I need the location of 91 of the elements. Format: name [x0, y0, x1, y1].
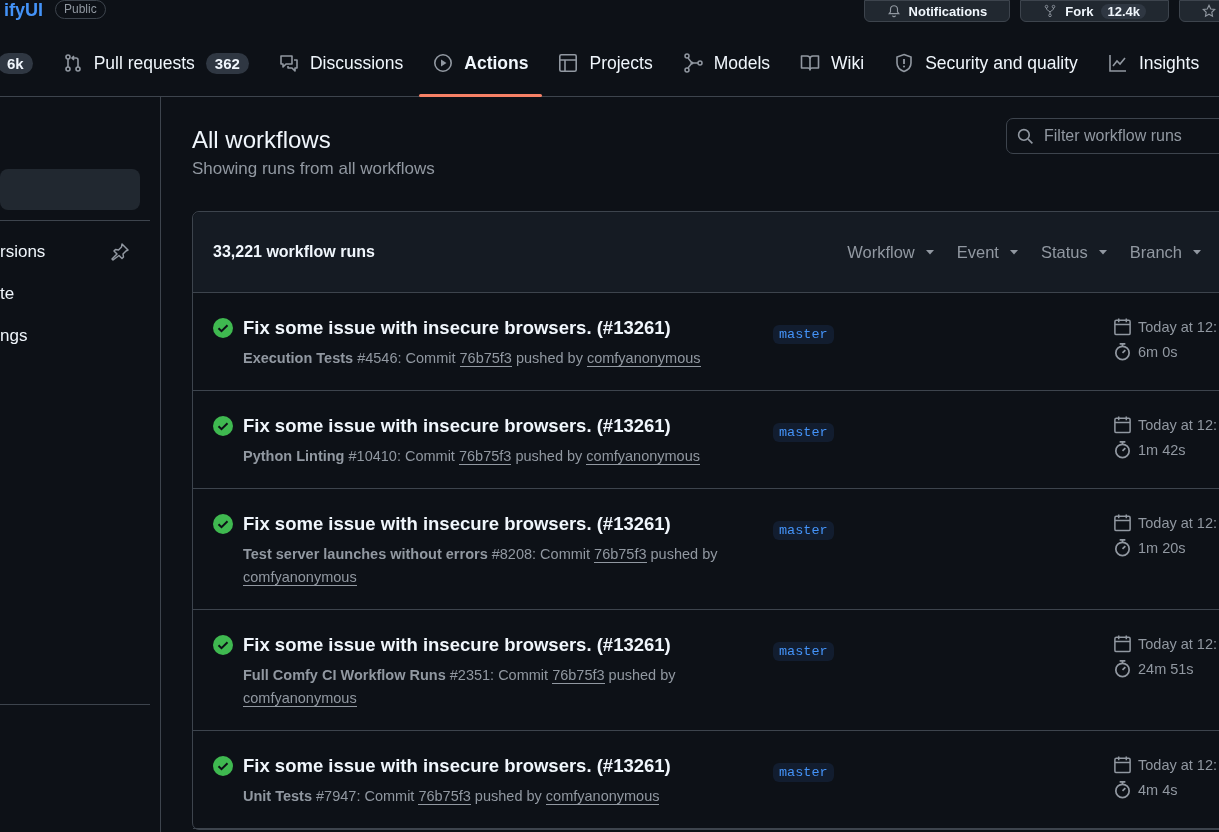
sidebar-item[interactable]: rsions	[0, 231, 140, 272]
branch-label[interactable]: master	[773, 325, 834, 344]
search-icon	[1017, 127, 1034, 145]
table-icon	[558, 53, 579, 73]
run-title[interactable]: Fix some issue with insecure browsers. (#13261)	[243, 755, 671, 777]
run-details: Full Comfy CI Workflow Runs #2351: Commit 76b75f3 pushed by comfyanonymous	[243, 666, 677, 709]
nav-tab[interactable]: Pull requests 362	[48, 30, 263, 96]
nav-tab[interactable]: Models	[668, 30, 785, 96]
nav-tab[interactable]: Actions	[419, 30, 543, 96]
success-check-icon	[213, 756, 233, 776]
run-date: Today at 12:	[1138, 635, 1217, 652]
calendar-icon	[1113, 755, 1132, 774]
caret-icon	[924, 247, 935, 257]
stopwatch-icon	[1113, 440, 1132, 459]
run-title[interactable]: Fix some issue with insecure browsers. (#13261)	[243, 634, 671, 656]
run-date: Today at 12:	[1138, 756, 1217, 773]
branch-label[interactable]: master	[773, 423, 834, 442]
book-icon	[800, 53, 821, 73]
nav-tab[interactable]: Projects	[544, 30, 667, 96]
play-icon	[433, 53, 454, 73]
nodes-icon	[682, 53, 703, 73]
fork-icon	[1043, 4, 1058, 18]
run-date: Today at 12:	[1138, 416, 1217, 433]
success-check-icon	[213, 514, 233, 534]
run-details: Python Linting #10410: Commit 76b75f3 pushed by comfyanonymous	[243, 447, 701, 467]
user-link[interactable]: comfyanonymous	[243, 690, 357, 707]
filter-dropdown[interactable]: Branch	[1124, 242, 1207, 262]
run-details: Execution Tests #4546: Commit 76b75f3 pushed by comfyanonymous	[243, 349, 702, 369]
bell-icon	[886, 4, 901, 18]
success-check-icon	[213, 416, 233, 436]
success-check-icon	[213, 318, 233, 338]
calendar-icon	[1113, 634, 1132, 653]
filter-dropdown[interactable]: Workflow	[842, 242, 940, 262]
page-subtitle: Showing runs from all workflows	[192, 159, 435, 179]
nav-tab[interactable]: 6k	[0, 30, 47, 96]
stopwatch-icon	[1113, 780, 1132, 799]
run-date: Today at 12:	[1138, 318, 1217, 335]
run-duration: 4m 4s	[1138, 781, 1178, 798]
sidebar-item[interactable]: ngs	[0, 315, 140, 356]
branch-label[interactable]: master	[773, 763, 834, 782]
user-link[interactable]: comfyanonymous	[545, 788, 660, 805]
nav-tab[interactable]: Wiki	[786, 30, 879, 96]
commit-link[interactable]: 76b75f3	[458, 448, 512, 465]
stopwatch-icon	[1113, 659, 1132, 678]
user-link[interactable]: comfyanonymous	[586, 448, 700, 465]
success-check-icon	[213, 635, 233, 655]
filter-input[interactable]: Filter workflow runs	[1044, 127, 1219, 145]
commit-link[interactable]: 76b75f3	[594, 546, 647, 563]
caret-icon	[1097, 247, 1108, 257]
pin-icon[interactable]	[110, 241, 130, 262]
stopwatch-icon	[1113, 342, 1132, 361]
run-duration: 1m 42s	[1138, 441, 1186, 458]
branch-label[interactable]: master	[773, 642, 834, 661]
run-duration: 24m 51s	[1138, 660, 1194, 677]
shield-icon	[894, 53, 915, 73]
run-title[interactable]: Fix some issue with insecure browsers. (#13261)	[243, 317, 671, 339]
page-title: All workflows	[192, 125, 332, 155]
run-duration: 6m 0s	[1138, 343, 1178, 360]
calendar-icon	[1113, 513, 1132, 532]
calendar-icon	[1113, 415, 1132, 434]
notifications-button[interactable]: Notifications	[863, 0, 1011, 22]
run-details: Test server launches without errors #8208: Commit 76b75f3 pushed by comfyanonymous	[243, 545, 719, 588]
branch-label[interactable]: master	[773, 521, 834, 540]
fork-button[interactable]: Fork 12.4k	[1020, 0, 1169, 22]
run-date: Today at 12:	[1138, 514, 1217, 531]
nav-tab[interactable]: Security and quality	[880, 30, 1092, 96]
run-title[interactable]: Fix some issue with insecure browsers. (#13261)	[243, 513, 671, 535]
caret-icon	[1192, 247, 1202, 257]
nav-tab[interactable]: Insights	[1093, 30, 1214, 96]
stopwatch-icon	[1113, 538, 1132, 557]
run-duration: 1m 20s	[1138, 539, 1186, 556]
run-details: Unit Tests #7947: Commit 76b75f3 pushed by comfyanonymous	[243, 787, 661, 807]
user-link[interactable]: comfyanonymous	[586, 350, 701, 367]
calendar-icon	[1113, 317, 1132, 336]
filter-field[interactable]: Filter workflow runs	[1006, 118, 1219, 154]
filter-dropdown[interactable]: Event	[951, 242, 1024, 262]
user-link[interactable]: comfyanonymous	[243, 569, 357, 586]
repo-name[interactable]: ifyUI	[4, 0, 43, 20]
commit-link[interactable]: 76b75f3	[552, 667, 605, 684]
star-icon	[1202, 4, 1216, 18]
commit-link[interactable]: 76b75f3	[418, 788, 471, 805]
run-title[interactable]: Fix some issue with insecure browsers. (#13261)	[243, 415, 671, 437]
filter-dropdown[interactable]: Status	[1035, 242, 1113, 262]
speech-bubbles-icon	[278, 53, 299, 73]
run-count: 33,221 workflow runs	[213, 243, 375, 261]
line-graph-icon	[1107, 53, 1128, 73]
nav-tab[interactable]: Discussions	[264, 30, 418, 96]
caret-icon	[1008, 247, 1019, 257]
sidebar-item[interactable]: te	[0, 273, 140, 314]
commit-link[interactable]: 76b75f3	[459, 350, 512, 367]
pull-request-icon	[62, 53, 83, 73]
